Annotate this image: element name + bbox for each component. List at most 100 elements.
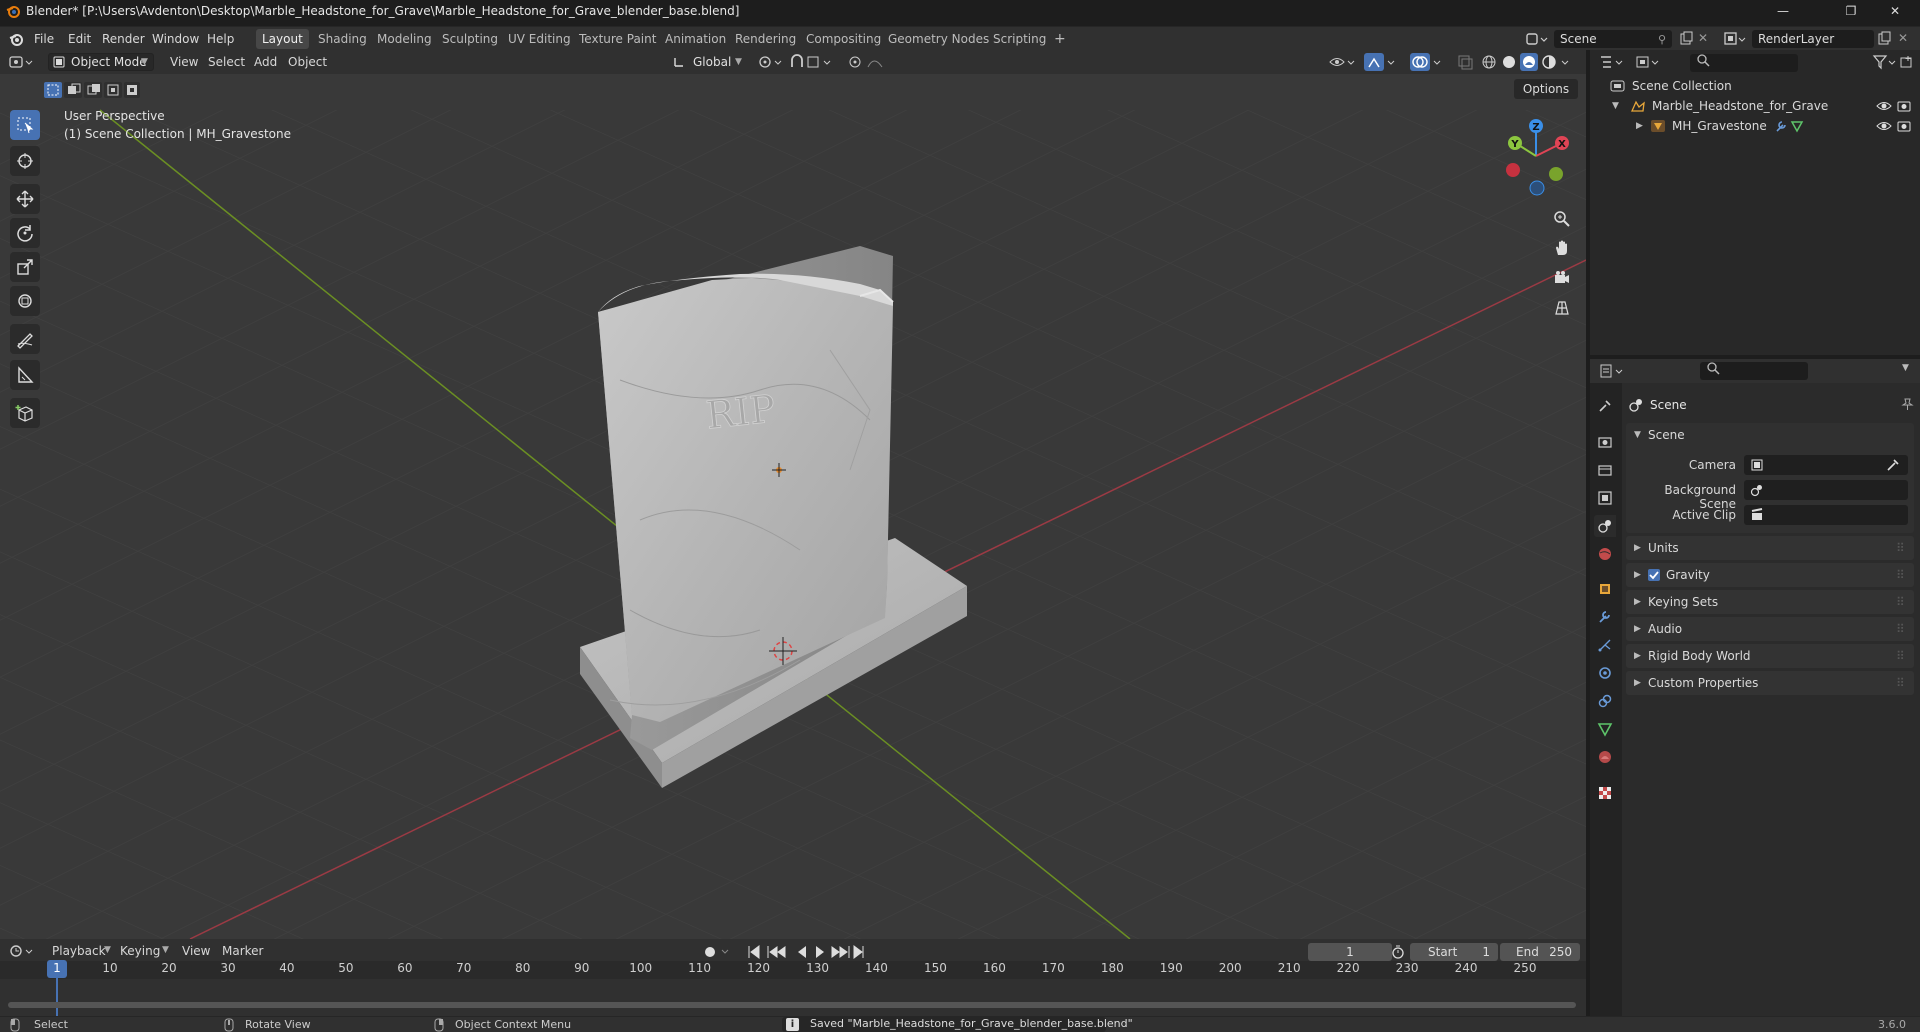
- tab-particles[interactable]: [1594, 634, 1616, 656]
- measure-tool[interactable]: [10, 360, 40, 390]
- menu-view[interactable]: View: [166, 53, 202, 71]
- viewport-canvas[interactable]: RIP: [0, 50, 1586, 939]
- menu-window[interactable]: Window: [148, 30, 203, 48]
- editor-type-icon[interactable]: [8, 53, 36, 71]
- xray-icon[interactable]: [1456, 53, 1474, 71]
- chevron-down-icon[interactable]: ▼: [1634, 423, 1641, 447]
- active-clip-field[interactable]: [1744, 505, 1908, 525]
- menu-file[interactable]: File: [30, 30, 58, 48]
- outliner-row-scene-collection[interactable]: Scene Collection: [1590, 76, 1920, 96]
- tab-compositing[interactable]: Compositing: [800, 29, 887, 49]
- tab-scripting[interactable]: Scripting: [987, 29, 1052, 49]
- add-cube-tool[interactable]: [10, 398, 40, 428]
- audio-panel[interactable]: ▶ Audio ⠿: [1626, 617, 1914, 641]
- tab-uv-editing[interactable]: UV Editing: [502, 29, 577, 49]
- scene-panel-title[interactable]: Scene: [1648, 423, 1685, 447]
- gizmo-dropdown-icon[interactable]: [1386, 53, 1400, 71]
- 3d-viewport[interactable]: RIP Object Mode ▼ View Select Add Object…: [0, 50, 1586, 939]
- scene-field[interactable]: Scene: [1554, 30, 1672, 48]
- tab-layout[interactable]: Layout: [256, 29, 309, 49]
- navigation-gizmo[interactable]: Z X Y: [1496, 114, 1580, 204]
- menu-edit[interactable]: Edit: [64, 30, 95, 48]
- solid-shading-icon[interactable]: [1500, 53, 1518, 71]
- tab-world[interactable]: [1594, 543, 1616, 565]
- render-camera-icon[interactable]: [1896, 119, 1912, 133]
- menu-help[interactable]: Help: [203, 30, 238, 48]
- tab-constraints[interactable]: [1594, 690, 1616, 712]
- cursor-tool[interactable]: [10, 146, 40, 176]
- rendered-shading-icon[interactable]: [1540, 53, 1558, 71]
- close-button[interactable]: ✕: [1872, 0, 1918, 22]
- transform-tool[interactable]: [10, 286, 40, 316]
- tab-texture-paint[interactable]: Texture Paint: [573, 29, 662, 49]
- tab-shading[interactable]: Shading: [312, 29, 373, 49]
- outliner-row-collection[interactable]: ▼ Marble_Headstone_for_Grave: [1590, 96, 1920, 116]
- camera-view-button[interactable]: [1548, 264, 1576, 292]
- tab-modeling[interactable]: Modeling: [371, 29, 438, 49]
- tab-scene[interactable]: [1594, 515, 1616, 537]
- drag-handle-icon[interactable]: ⠿: [1896, 671, 1905, 695]
- custom-properties-panel[interactable]: ▶ Custom Properties ⠿: [1626, 671, 1914, 695]
- tab-texture[interactable]: [1594, 782, 1616, 804]
- overlay-toggle-icon[interactable]: [1410, 53, 1430, 71]
- drag-handle-icon[interactable]: ⠿: [1896, 644, 1905, 668]
- gizmo-toggle-icon[interactable]: [1364, 53, 1384, 71]
- camera-field[interactable]: [1744, 455, 1908, 475]
- move-tool[interactable]: [10, 184, 40, 214]
- outliner-editor-type-icon[interactable]: [1598, 53, 1626, 71]
- gravity-checkbox[interactable]: [1648, 569, 1660, 581]
- delete-layer-icon[interactable]: ✕: [1898, 31, 1908, 45]
- units-panel[interactable]: ▶ Units ⠿: [1626, 536, 1914, 560]
- properties-search-input[interactable]: [1700, 362, 1808, 380]
- wireframe-shading-icon[interactable]: [1480, 53, 1498, 71]
- eye-icon[interactable]: [1876, 99, 1892, 113]
- zoom-button[interactable]: [1548, 205, 1576, 233]
- properties-editor-type-icon[interactable]: [1598, 362, 1626, 380]
- scene-selector-icon[interactable]: [1524, 30, 1550, 48]
- annotate-tool[interactable]: [10, 324, 40, 354]
- filter-icon[interactable]: [1872, 53, 1898, 71]
- tab-rendering[interactable]: Rendering: [729, 29, 802, 49]
- new-layer-icon[interactable]: [1876, 31, 1892, 47]
- menu-add[interactable]: Add: [250, 53, 281, 71]
- view-layer-icon[interactable]: [1722, 30, 1748, 48]
- new-collection-icon[interactable]: [1898, 53, 1916, 71]
- tab-data[interactable]: [1594, 718, 1616, 740]
- drag-handle-icon[interactable]: ⠿: [1896, 617, 1905, 641]
- expand-icon[interactable]: ▶: [1636, 116, 1643, 136]
- gravity-panel[interactable]: ▶ Gravity ⠿: [1626, 563, 1914, 587]
- orientation-dropdown[interactable]: Global ▼: [668, 53, 746, 71]
- status-message[interactable]: i Saved "Marble_Headstone_for_Grave_blen…: [782, 1017, 1133, 1032]
- menu-render[interactable]: Render: [98, 30, 149, 48]
- eyedropper-icon[interactable]: [1886, 458, 1900, 472]
- tab-output[interactable]: [1594, 459, 1616, 481]
- tab-physics[interactable]: [1594, 662, 1616, 684]
- delete-scene-icon[interactable]: ✕: [1698, 31, 1708, 45]
- collapse-icon[interactable]: ▼: [1612, 96, 1619, 116]
- tab-sculpting[interactable]: Sculpting: [436, 29, 504, 49]
- tab-tool[interactable]: [1594, 395, 1616, 417]
- tab-geometry-nodes[interactable]: Geometry Nodes: [882, 29, 995, 49]
- visibility-selector-icon[interactable]: [1328, 53, 1358, 71]
- background-scene-field[interactable]: [1744, 480, 1908, 500]
- outliner-row-object[interactable]: ▶ MH_Gravestone: [1590, 116, 1920, 136]
- tab-view-layer[interactable]: [1594, 487, 1616, 509]
- eye-icon[interactable]: [1876, 119, 1892, 133]
- menu-select[interactable]: Select: [204, 53, 249, 71]
- chevron-down-icon[interactable]: ▼: [1902, 363, 1909, 373]
- renderlayer-field[interactable]: RenderLayer: [1752, 30, 1874, 48]
- pin-icon[interactable]: [1900, 397, 1914, 411]
- outliner-search-input[interactable]: [1690, 54, 1798, 72]
- proportional-edit-icon[interactable]: [848, 53, 892, 71]
- tab-material[interactable]: [1594, 746, 1616, 768]
- material-shading-icon[interactable]: [1520, 53, 1538, 71]
- display-mode-icon[interactable]: [1634, 53, 1662, 71]
- menu-object[interactable]: Object: [284, 53, 331, 71]
- pan-button[interactable]: [1548, 234, 1576, 262]
- render-camera-icon[interactable]: [1896, 99, 1912, 113]
- maximize-button[interactable]: ❐: [1828, 0, 1874, 22]
- pivot-icon[interactable]: [756, 53, 786, 71]
- new-scene-icon[interactable]: [1678, 31, 1694, 47]
- perspective-toggle-button[interactable]: [1548, 294, 1576, 322]
- add-workspace-icon[interactable]: +: [1048, 29, 1072, 49]
